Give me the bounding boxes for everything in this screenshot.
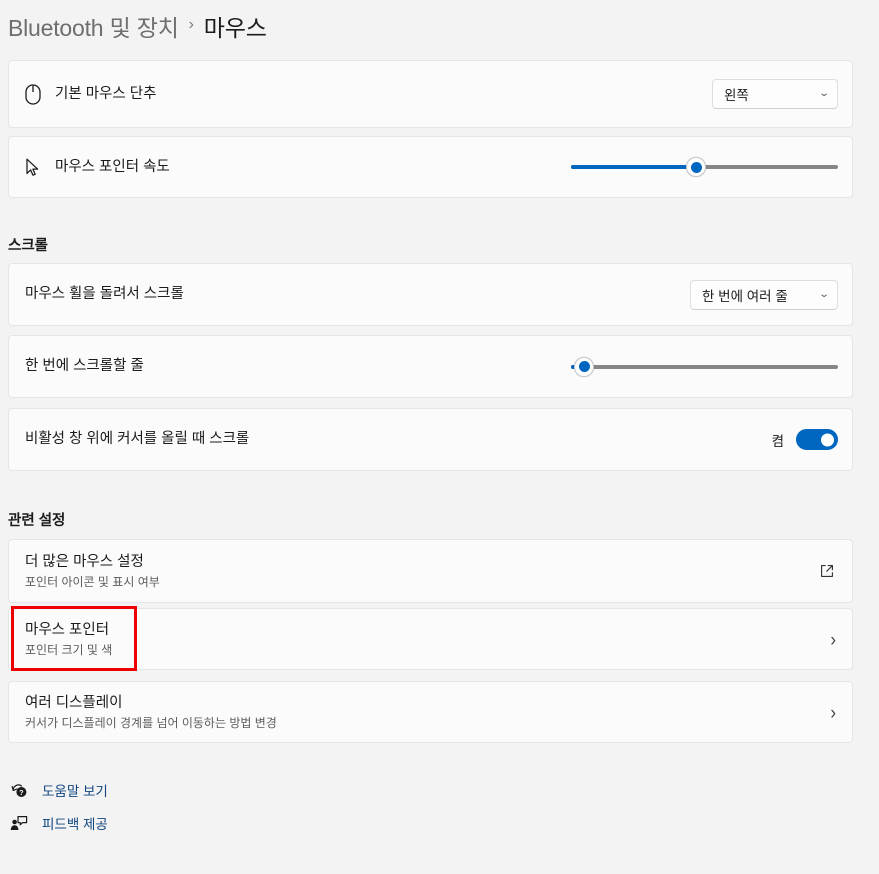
mouse-pointer-action: ›	[830, 628, 838, 650]
wheel-scroll-dropdown-value: 한 번에 여러 줄	[702, 288, 788, 304]
mouse-pointer-subtitle: 포인터 크기 및 색	[25, 642, 113, 657]
toggle-knob	[821, 433, 834, 446]
lines-to-scroll-label: 한 번에 스크롤할 줄	[25, 358, 144, 374]
inactive-window-scroll-label: 비활성 창 위에 커서를 올릴 때 스크롤	[25, 431, 250, 447]
more-mouse-settings-subtitle: 포인터 아이콘 및 표시 여부	[25, 574, 160, 589]
pointer-speed-slider[interactable]	[571, 153, 838, 181]
multiple-displays-action: ›	[830, 701, 838, 723]
cursor-arrow-icon	[25, 158, 55, 177]
lines-to-scroll-text: 한 번에 스크롤할 줄	[25, 357, 571, 376]
chevron-down-icon: ⌄	[818, 88, 830, 99]
wheel-scroll-text: 마우스 휠을 돌려서 스크롤	[25, 285, 690, 304]
pointer-speed-control	[571, 153, 838, 181]
primary-mouse-button-dropdown[interactable]: 왼쪽 ⌄	[712, 79, 838, 109]
page-title: 마우스	[203, 15, 267, 41]
external-link-icon	[820, 564, 838, 578]
feedback-person-icon	[8, 815, 30, 832]
more-mouse-settings-action	[820, 564, 838, 578]
setting-row-inactive-window-scroll: 비활성 창 위에 커서를 올릴 때 스크롤 켬	[8, 408, 853, 471]
slider-thumb[interactable]	[574, 356, 595, 377]
setting-row-lines-to-scroll: 한 번에 스크롤할 줄	[8, 335, 853, 398]
multiple-displays-title: 여러 디스플레이	[25, 694, 123, 711]
chevron-right-icon: ›	[830, 701, 836, 723]
multiple-displays-text: 여러 디스플레이 커서가 디스플레이 경계를 넘어 이동하는 방법 변경	[25, 694, 830, 731]
footer-link-help[interactable]: ? 도움말 보기	[8, 778, 108, 802]
primary-mouse-button-control: 왼쪽 ⌄	[712, 79, 838, 109]
more-mouse-settings-title: 더 많은 마우스 설정	[25, 553, 144, 570]
slider-fill	[571, 165, 697, 169]
pointer-speed-label: 마우스 포인터 속도	[55, 158, 170, 175]
setting-row-primary-mouse-button: 기본 마우스 단추 왼쪽 ⌄	[8, 60, 853, 128]
section-header-scroll: 스크롤	[8, 238, 49, 254]
primary-mouse-button-label: 기본 마우스 단추	[55, 85, 157, 102]
related-item-more-mouse-settings[interactable]: 더 많은 마우스 설정 포인터 아이콘 및 표시 여부	[8, 539, 853, 603]
wheel-scroll-dropdown[interactable]: 한 번에 여러 줄 ⌄	[690, 279, 838, 310]
breadcrumb: Bluetooth 및 장치 › 마우스	[8, 4, 267, 48]
mouse-icon	[25, 83, 55, 105]
setting-row-pointer-speed: 마우스 포인터 속도	[8, 136, 853, 198]
inactive-window-scroll-control: 켬	[772, 429, 838, 450]
help-question-icon: ?	[8, 782, 30, 799]
inactive-window-scroll-toggle[interactable]	[796, 429, 838, 450]
footer-link-feedback[interactable]: 피드백 제공	[8, 811, 108, 835]
setting-row-wheel-scroll: 마우스 휠을 돌려서 스크롤 한 번에 여러 줄 ⌄	[8, 263, 853, 326]
slider-thumb[interactable]	[686, 157, 707, 177]
multiple-displays-subtitle: 커서가 디스플레이 경계를 넘어 이동하는 방법 변경	[25, 715, 277, 730]
lines-to-scroll-slider[interactable]	[571, 353, 838, 381]
wheel-scroll-label: 마우스 휠을 돌려서 스크롤	[25, 286, 184, 302]
primary-mouse-button-text: 기본 마우스 단추	[55, 85, 712, 104]
slider-track	[571, 364, 838, 369]
svg-text:?: ?	[19, 788, 24, 797]
related-item-multiple-displays[interactable]: 여러 디스플레이 커서가 디스플레이 경계를 넘어 이동하는 방법 변경 ›	[8, 681, 853, 743]
more-mouse-settings-text: 더 많은 마우스 설정 포인터 아이콘 및 표시 여부	[25, 553, 820, 590]
toggle-state-label: 켬	[771, 433, 784, 449]
section-header-related-settings: 관련 설정	[8, 513, 66, 529]
mouse-pointer-title: 마우스 포인터	[25, 621, 110, 638]
breadcrumb-separator-icon: ›	[188, 16, 194, 33]
chevron-down-icon: ⌄	[818, 288, 830, 300]
breadcrumb-parent-link[interactable]: Bluetooth 및 장치	[8, 9, 179, 43]
wheel-scroll-control: 한 번에 여러 줄 ⌄	[690, 279, 838, 310]
primary-mouse-button-dropdown-value: 왼쪽	[724, 88, 749, 103]
lines-to-scroll-control	[571, 353, 838, 381]
chevron-right-icon: ›	[830, 628, 836, 650]
footer-link-help-label: 도움말 보기	[42, 784, 108, 799]
mouse-pointer-text: 마우스 포인터 포인터 크기 및 색	[25, 621, 830, 658]
related-item-mouse-pointer[interactable]: 마우스 포인터 포인터 크기 및 색 ›	[8, 608, 853, 670]
inactive-window-scroll-text: 비활성 창 위에 커서를 올릴 때 스크롤	[25, 430, 772, 449]
pointer-speed-text: 마우스 포인터 속도	[55, 158, 571, 177]
footer-link-feedback-label: 피드백 제공	[42, 817, 108, 832]
